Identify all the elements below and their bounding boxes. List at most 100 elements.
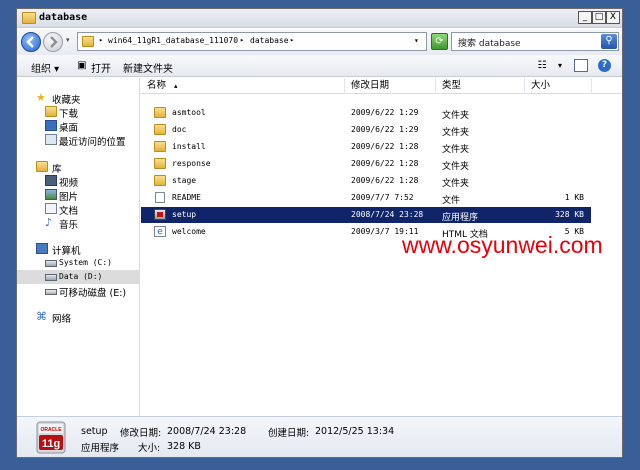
view-dropdown-icon[interactable]: ▾ (553, 59, 567, 72)
file-type: 文件夹 (442, 111, 470, 121)
command-bar: 组织 ▾ ▣ 打开 新建文件夹 ☷ ▾ ? (17, 55, 622, 77)
arrow-left-icon (26, 36, 34, 48)
file-name: install (172, 142, 206, 151)
nav-videos-label: 视频 (59, 178, 79, 189)
breadcrumb-segment[interactable]: database (250, 36, 289, 45)
file-type: 文件夹 (442, 179, 470, 189)
search-input[interactable]: 搜索 database ⚲ (451, 32, 619, 51)
refresh-icon: ⟳ (435, 36, 444, 47)
nav-documents[interactable]: 文档 (17, 202, 140, 217)
file-row[interactable]: doc 2009/6/22 1:29 文件夹 (141, 122, 591, 138)
file-row[interactable]: stage 2009/6/22 1:28 文件夹 (141, 173, 591, 189)
file-type: 文件夹 (442, 162, 470, 172)
nav-documents-label: 文档 (59, 206, 79, 217)
nav-pictures[interactable]: 图片 (17, 188, 140, 203)
organize-button[interactable]: 组织 ▾ (31, 60, 59, 75)
file-modified: 2008/7/24 23:28 (351, 210, 424, 219)
file-row[interactable]: install 2009/6/22 1:28 文件夹 (141, 139, 591, 155)
nav-computer[interactable]: 计算机 (17, 242, 140, 257)
recent-pages-chevron-icon[interactable]: ▾ (66, 36, 70, 44)
nav-downloads[interactable]: 下载 (17, 105, 140, 120)
file-name: README (172, 193, 201, 202)
nav-downloads-label: 下载 (59, 109, 79, 120)
address-dropdown-icon[interactable]: ▾ (414, 36, 419, 45)
breadcrumb-chevron-icon[interactable]: ▸ (290, 36, 294, 44)
close-button[interactable]: X (606, 11, 620, 24)
nav-drive-d[interactable]: Data (D:) (17, 270, 140, 284)
search-icon[interactable]: ⚲ (601, 34, 617, 49)
nav-music[interactable]: ♪ 音乐 (17, 216, 140, 231)
view-options-icon[interactable]: ☷ (535, 59, 549, 72)
hard-drive-icon (45, 260, 57, 267)
file-modified: 2009/7/7 7:52 (351, 193, 414, 202)
nav-drive-e-label: 可移动磁盘 (E:) (59, 288, 127, 299)
file-modified: 2009/6/22 1:28 (351, 176, 419, 185)
oracle-brand-text: ORACLE (40, 427, 62, 433)
nav-desktop[interactable]: 桌面 (17, 119, 140, 134)
nav-libraries-label: 库 (52, 164, 62, 175)
file-row[interactable]: asmtool 2009/6/22 1:29 文件夹 (141, 105, 591, 121)
column-header-name[interactable]: 名称 ▴ (141, 78, 345, 94)
html-icon: e (154, 226, 166, 237)
nav-desktop-label: 桌面 (59, 123, 79, 134)
music-icon: ♪ (45, 216, 53, 229)
refresh-button[interactable]: ⟳ (431, 33, 448, 50)
open-button[interactable]: 打开 (91, 60, 111, 75)
nav-recent-label: 最近访问的位置 (59, 137, 126, 148)
file-row[interactable]: README 2009/7/7 7:52 文件 1 KB (141, 190, 591, 206)
folder-icon (22, 12, 36, 24)
help-icon[interactable]: ? (598, 59, 611, 72)
star-icon: ★ (36, 91, 46, 104)
file-name: stage (172, 176, 197, 185)
detail-modified-label: 修改日期: (120, 428, 162, 439)
preview-pane-icon[interactable] (574, 59, 588, 72)
title-bar[interactable]: database _ □ X (17, 9, 622, 28)
documents-icon (45, 203, 57, 214)
minimize-button[interactable]: _ (578, 11, 592, 24)
arrow-right-icon (50, 36, 58, 48)
nav-pictures-label: 图片 (59, 192, 79, 203)
forward-button[interactable] (43, 32, 63, 52)
folder-icon (154, 141, 166, 152)
nav-network-label: 网络 (52, 314, 72, 325)
file-row[interactable]: setup 2008/7/24 23:28 应用程序 328 KB (141, 207, 591, 223)
file-row[interactable]: response 2009/6/22 1:28 文件夹 (141, 156, 591, 172)
file-size: 1 KB (564, 193, 584, 202)
address-input[interactable]: ▸ win64_11gR1_database_111070 ▸ database… (77, 32, 427, 51)
breadcrumb-chevron-icon[interactable]: ▸ (240, 36, 244, 44)
nav-favorites[interactable]: ★ 收藏夹 (17, 91, 140, 106)
window-title: database (39, 12, 88, 23)
maximize-button[interactable]: □ (592, 11, 606, 24)
organize-label: 组织 (31, 64, 51, 75)
breadcrumb-chevron-icon[interactable]: ▸ (99, 36, 103, 44)
breadcrumb-segment[interactable]: win64_11gR1_database_111070 (108, 36, 238, 45)
column-header-row: 名称 ▴ 修改日期 类型 大小 (141, 78, 622, 94)
nav-recent[interactable]: 最近访问的位置 (17, 133, 140, 148)
column-header-modified[interactable]: 修改日期 (345, 78, 436, 94)
nav-drive-e[interactable]: 可移动磁盘 (E:) (17, 284, 140, 299)
folder-icon (82, 36, 94, 47)
nav-network[interactable]: ⌘ 网络 (17, 310, 140, 325)
back-button[interactable] (21, 32, 41, 52)
oracle-app-icon: ORACLE 11g (35, 421, 68, 455)
column-header-size[interactable]: 大小 (525, 78, 592, 94)
nav-libraries[interactable]: 库 (17, 160, 140, 175)
nav-videos[interactable]: 视频 (17, 174, 140, 189)
file-name: setup (172, 210, 197, 219)
column-header-type[interactable]: 类型 (436, 78, 525, 94)
file-modified: 2009/6/22 1:28 (351, 142, 419, 151)
file-name: response (172, 159, 211, 168)
file-type: 应用程序 (442, 213, 479, 223)
file-modified: 2009/6/22 1:29 (351, 108, 419, 117)
file-icon (155, 192, 165, 203)
detail-created-value: 2012/5/25 13:34 (315, 426, 395, 437)
navigation-pane: ★ 收藏夹 下载 桌面 最近访问的位置 库 视频 图片 文档 ♪ 音乐 计算机 … (17, 78, 140, 416)
open-icon: ▣ (77, 60, 87, 71)
detail-size-label: 大小: (138, 443, 161, 454)
new-folder-button[interactable]: 新建文件夹 (123, 60, 173, 75)
nav-drive-c[interactable]: System (C:) (17, 256, 140, 270)
video-icon (45, 175, 57, 186)
file-size: 328 KB (555, 210, 584, 219)
file-type: 文件 (442, 196, 461, 206)
nav-music-label: 音乐 (59, 220, 79, 231)
